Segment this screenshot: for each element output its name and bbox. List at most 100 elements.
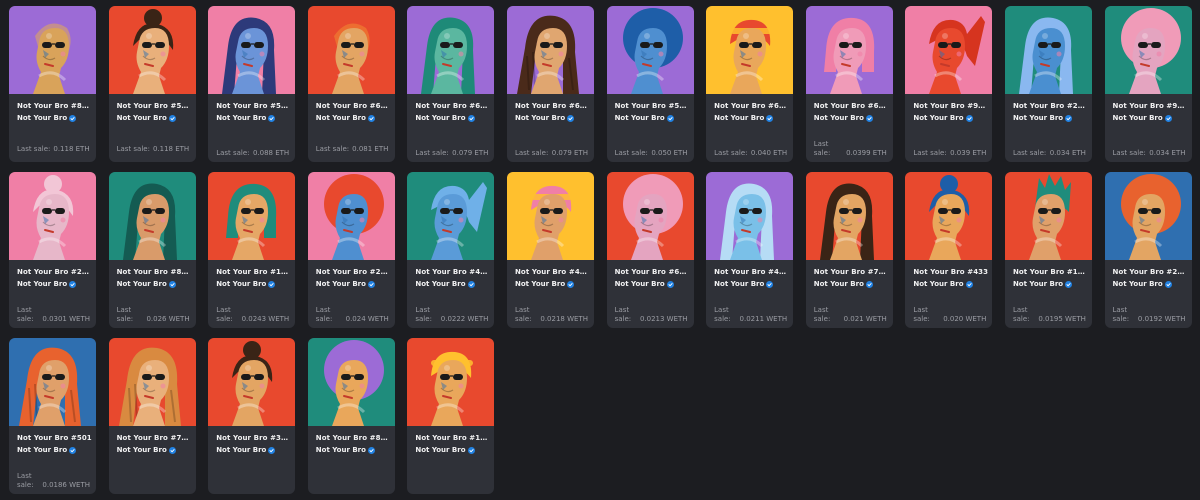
collection-name[interactable]: Not Your Bro: [216, 280, 276, 288]
nft-name[interactable]: Not Your Bro #501: [17, 434, 92, 442]
nft-image[interactable]: [407, 338, 495, 426]
collection-name[interactable]: Not Your Bro: [415, 446, 475, 454]
nft-image[interactable]: [307, 172, 395, 260]
nft-image[interactable]: [905, 6, 993, 94]
nft-name[interactable]: Not Your Bro #89...: [117, 268, 192, 276]
nft-card[interactable]: Not Your Bro #1190 Not Your Bro Last sale:…: [208, 172, 296, 328]
collection-name[interactable]: Not Your Bro: [814, 280, 873, 288]
collection-name[interactable]: Not Your Bro: [714, 114, 774, 122]
nft-image[interactable]: [1004, 6, 1092, 94]
nft-name[interactable]: Not Your Bro #58...: [615, 102, 690, 110]
nft-card[interactable]: Not Your Bro #19... Not Your Bro Last sale…: [1004, 172, 1092, 328]
nft-name[interactable]: Not Your Bro #67...: [615, 268, 690, 276]
nft-image[interactable]: [606, 172, 694, 260]
nft-name[interactable]: Not Your Bro #40...: [714, 268, 789, 276]
nft-card[interactable]: Not Your Bro #93... Not Your Bro Last sale…: [1104, 6, 1192, 162]
nft-image[interactable]: [905, 172, 993, 260]
collection-name[interactable]: Not Your Bro: [913, 114, 973, 122]
nft-card[interactable]: Not Your Bro #49... Not Your Bro Last sale…: [506, 172, 594, 328]
nft-image[interactable]: [1004, 172, 1092, 260]
nft-image[interactable]: [108, 338, 196, 426]
nft-image[interactable]: [407, 6, 495, 94]
nft-image[interactable]: [805, 172, 893, 260]
nft-name[interactable]: Not Your Bro #61...: [415, 102, 490, 110]
nft-name[interactable]: Not Your Bro #6271: [316, 102, 391, 110]
collection-name[interactable]: Not Your Bro: [17, 446, 77, 454]
nft-card[interactable]: Not Your Bro #77... Not Your Bro: [108, 338, 196, 494]
nft-name[interactable]: Not Your Bro #80...: [17, 102, 92, 110]
nft-card[interactable]: Not Your Bro #97... Not Your Bro Last sale…: [905, 6, 993, 162]
collection-name[interactable]: Not Your Bro: [913, 280, 973, 288]
nft-name[interactable]: Not Your Bro #69...: [814, 102, 889, 110]
nft-image[interactable]: [1104, 6, 1192, 94]
nft-image[interactable]: [606, 6, 694, 94]
nft-name[interactable]: Not Your Bro #27...: [1013, 102, 1088, 110]
collection-name[interactable]: Not Your Bro: [316, 114, 375, 122]
nft-card[interactable]: Not Your Bro #89... Not Your Bro Last sale…: [108, 172, 196, 328]
nft-card[interactable]: Not Your Bro #22... Not Your Bro Last sale…: [9, 172, 96, 328]
nft-card[interactable]: Not Your Bro #3121 Not Your Bro: [208, 338, 296, 494]
nft-card[interactable]: Not Your Bro #55... Not Your Bro Last sale…: [108, 6, 196, 162]
nft-name[interactable]: Not Your Bro #19...: [1013, 268, 1088, 276]
collection-name[interactable]: Not Your Bro: [1113, 114, 1172, 122]
nft-card[interactable]: Not Your Bro #2216 Not Your Bro Last sale:…: [307, 172, 395, 328]
nft-card[interactable]: Not Your Bro #74... Not Your Bro Last sale…: [805, 172, 893, 328]
collection-name[interactable]: Not Your Bro: [17, 114, 77, 122]
collection-name[interactable]: Not Your Bro: [117, 114, 176, 122]
nft-card[interactable]: Not Your Bro #67... Not Your Bro Last sale…: [606, 172, 694, 328]
nft-card[interactable]: Not Your Bro #40... Not Your Bro Last sale…: [706, 172, 794, 328]
nft-name[interactable]: Not Your Bro #74...: [814, 268, 889, 276]
nft-image[interactable]: [307, 338, 395, 426]
collection-name[interactable]: Not Your Bro: [117, 446, 176, 454]
nft-name[interactable]: Not Your Bro #24...: [1113, 268, 1188, 276]
nft-image[interactable]: [706, 6, 794, 94]
collection-name[interactable]: Not Your Bro: [515, 280, 575, 288]
collection-name[interactable]: Not Your Bro: [615, 114, 674, 122]
nft-card[interactable]: Not Your Bro #433 Not Your Bro Last sale: 0…: [905, 172, 993, 328]
nft-name[interactable]: Not Your Bro #97...: [913, 102, 988, 110]
nft-card[interactable]: Not Your Bro #501 Not Your Bro Last sale: 0…: [9, 338, 96, 494]
collection-name[interactable]: Not Your Bro: [216, 114, 276, 122]
nft-name[interactable]: Not Your Bro #84...: [316, 434, 391, 442]
collection-name[interactable]: Not Your Bro: [1113, 280, 1172, 288]
nft-name[interactable]: Not Your Bro #61...: [515, 102, 590, 110]
nft-card[interactable]: Not Your Bro #61... Not Your Bro Last sale…: [407, 6, 495, 162]
nft-card[interactable]: Not Your Bro #84... Not Your Bro: [307, 338, 395, 494]
collection-name[interactable]: Not Your Bro: [1013, 280, 1073, 288]
nft-card[interactable]: Not Your Bro #56... Not Your Bro Last sale…: [208, 6, 296, 162]
collection-name[interactable]: Not Your Bro: [415, 280, 475, 288]
nft-name[interactable]: Not Your Bro #55...: [117, 102, 192, 110]
nft-name[interactable]: Not Your Bro #18...: [415, 434, 490, 442]
nft-name[interactable]: Not Your Bro #93...: [1113, 102, 1188, 110]
collection-name[interactable]: Not Your Bro: [17, 280, 77, 288]
nft-image[interactable]: [208, 338, 296, 426]
nft-card[interactable]: Not Your Bro #61... Not Your Bro Last sale…: [506, 6, 594, 162]
nft-image[interactable]: [706, 172, 794, 260]
nft-image[interactable]: [9, 172, 96, 260]
collection-name[interactable]: Not Your Bro: [615, 280, 674, 288]
nft-name[interactable]: Not Your Bro #22...: [17, 268, 92, 276]
nft-image[interactable]: [108, 6, 196, 94]
nft-name[interactable]: Not Your Bro #2216: [316, 268, 391, 276]
nft-name[interactable]: Not Your Bro #65...: [714, 102, 789, 110]
nft-image[interactable]: [208, 6, 296, 94]
nft-card[interactable]: Not Your Bro #6271 Not Your Bro Last sale:…: [307, 6, 395, 162]
collection-name[interactable]: Not Your Bro: [316, 446, 375, 454]
nft-name[interactable]: Not Your Bro #433: [913, 268, 988, 276]
collection-name[interactable]: Not Your Bro: [216, 446, 276, 454]
nft-image[interactable]: [1104, 172, 1192, 260]
nft-name[interactable]: Not Your Bro #3121: [216, 434, 291, 442]
nft-image[interactable]: [9, 338, 96, 426]
nft-image[interactable]: [307, 6, 395, 94]
nft-image[interactable]: [407, 172, 495, 260]
nft-image[interactable]: [506, 172, 594, 260]
collection-name[interactable]: Not Your Bro: [1013, 114, 1073, 122]
nft-card[interactable]: Not Your Bro #80... Not Your Bro Last sale…: [9, 6, 96, 162]
nft-image[interactable]: [108, 172, 196, 260]
nft-name[interactable]: Not Your Bro #56...: [216, 102, 291, 110]
nft-image[interactable]: [506, 6, 594, 94]
collection-name[interactable]: Not Your Bro: [117, 280, 176, 288]
collection-name[interactable]: Not Your Bro: [814, 114, 873, 122]
nft-card[interactable]: Not Your Bro #65... Not Your Bro Last sale…: [706, 6, 794, 162]
nft-name[interactable]: Not Your Bro #77...: [117, 434, 192, 442]
